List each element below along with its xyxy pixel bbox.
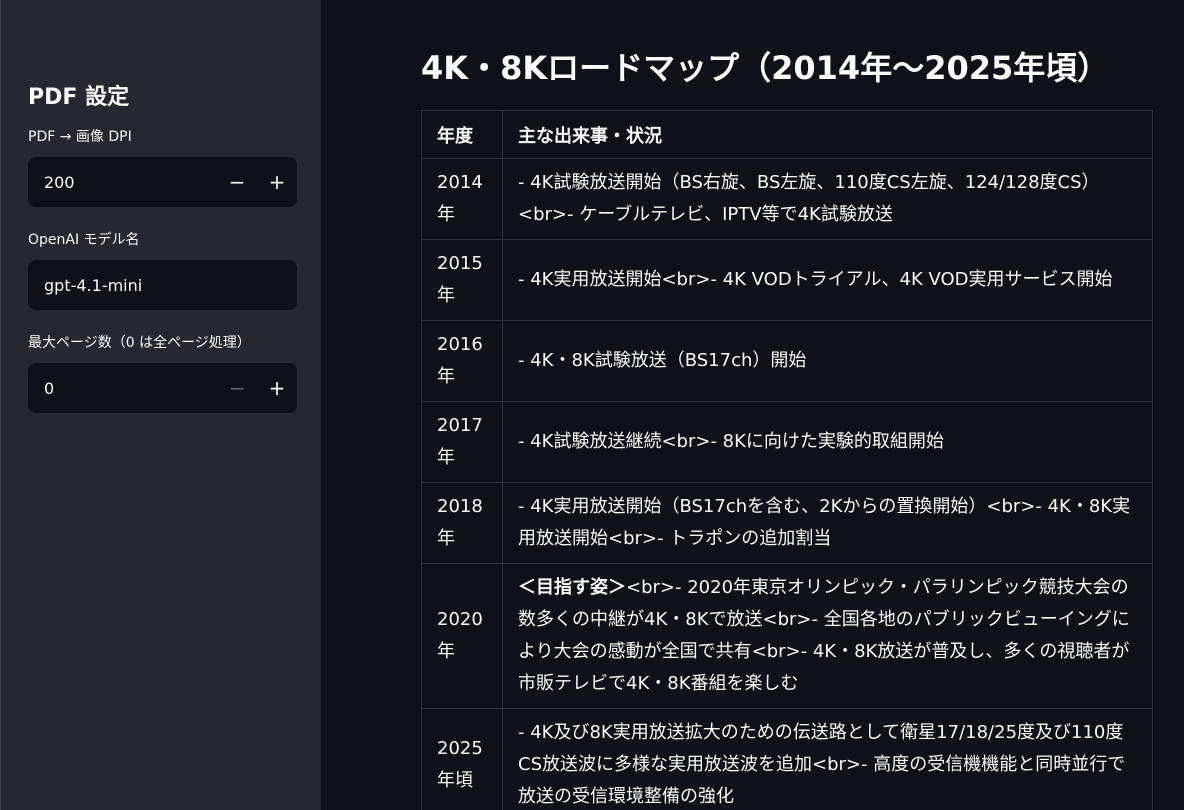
table-row: 2016年 - 4K・8K試験放送（BS17ch）開始 <box>421 320 1153 402</box>
table-row: 2017年 - 4K試験放送継続<br>- 8Kに向けた実験的取組開始 <box>421 401 1153 483</box>
dpi-increment-button[interactable]: + <box>257 157 297 207</box>
event-cell: ＜目指す姿＞<br>- 2020年東京オリンピック・パラリンピック競技大会の数多… <box>502 563 1153 709</box>
header-event: 主な出来事・状況 <box>502 110 1153 159</box>
event-cell: - 4K試験放送開始（BS右旋、BS左旋、110度CS左旋、124/128度CS… <box>502 158 1153 240</box>
goal-heading: ＜目指す姿＞ <box>518 577 626 598</box>
max-pages-decrement-button[interactable]: − <box>217 363 257 413</box>
event-cell: - 4K実用放送開始（BS17chを含む、2Kからの置換開始）<br>- 4K・… <box>502 482 1153 564</box>
year-cell: 2014年 <box>421 158 503 240</box>
table-row: 2020年 ＜目指す姿＞<br>- 2020年東京オリンピック・パラリンピック競… <box>421 563 1153 709</box>
table-row: 2018年 - 4K実用放送開始（BS17chを含む、2Kからの置換開始）<br… <box>421 482 1153 564</box>
event-cell: - 4K実用放送開始<br>- 4K VODトライアル、4K VOD実用サービス… <box>502 239 1153 321</box>
table-row: 2014年 - 4K試験放送開始（BS右旋、BS左旋、110度CS左旋、124/… <box>421 158 1153 240</box>
max-pages-label: 最大ページ数（0 は全ページ処理） <box>28 335 251 351</box>
dpi-value[interactable]: 200 <box>44 173 217 192</box>
max-pages-input[interactable]: 0 − + <box>28 363 297 413</box>
event-cell: - 4K及び8K実用放送拡大のための伝送路として衛星17/18/25度及び110… <box>502 708 1153 810</box>
table-header-row: 年度 主な出来事・状況 <box>421 110 1153 159</box>
table-row: 2015年 - 4K実用放送開始<br>- 4K VODトライアル、4K VOD… <box>421 239 1153 321</box>
model-input[interactable]: gpt-4.1-mini <box>28 260 297 310</box>
dpi-decrement-button[interactable]: − <box>217 157 257 207</box>
page-title: 4K・8Kロードマップ（2014年〜2025年頃） <box>421 49 1110 87</box>
year-cell: 2017年 <box>421 401 503 483</box>
year-cell: 2015年 <box>421 239 503 321</box>
dpi-label: PDF → 画像 DPI <box>28 129 132 145</box>
roadmap-table: 年度 主な出来事・状況 2014年 - 4K試験放送開始（BS右旋、BS左旋、1… <box>421 110 1153 810</box>
max-pages-value[interactable]: 0 <box>44 379 217 398</box>
header-year: 年度 <box>421 110 503 159</box>
sidebar: PDF 設定 PDF → 画像 DPI 200 − + OpenAI モデル名 … <box>0 0 321 810</box>
model-label: OpenAI モデル名 <box>28 232 140 248</box>
year-cell: 2016年 <box>421 320 503 402</box>
year-cell: 2025年頃 <box>421 708 503 810</box>
dpi-input[interactable]: 200 − + <box>28 157 297 207</box>
event-cell: - 4K・8K試験放送（BS17ch）開始 <box>502 320 1153 402</box>
table-row: 2025年頃 - 4K及び8K実用放送拡大のための伝送路として衛星17/18/2… <box>421 708 1153 810</box>
sidebar-title: PDF 設定 <box>28 85 130 110</box>
year-cell: 2020年 <box>421 563 503 709</box>
app-window: PDF 設定 PDF → 画像 DPI 200 − + OpenAI モデル名 … <box>0 0 1184 810</box>
max-pages-increment-button[interactable]: + <box>257 363 297 413</box>
year-cell: 2018年 <box>421 482 503 564</box>
event-cell: - 4K試験放送継続<br>- 8Kに向けた実験的取組開始 <box>502 401 1153 483</box>
main-content: 4K・8Kロードマップ（2014年〜2025年頃） 年度 主な出来事・状況 20… <box>321 0 1184 810</box>
